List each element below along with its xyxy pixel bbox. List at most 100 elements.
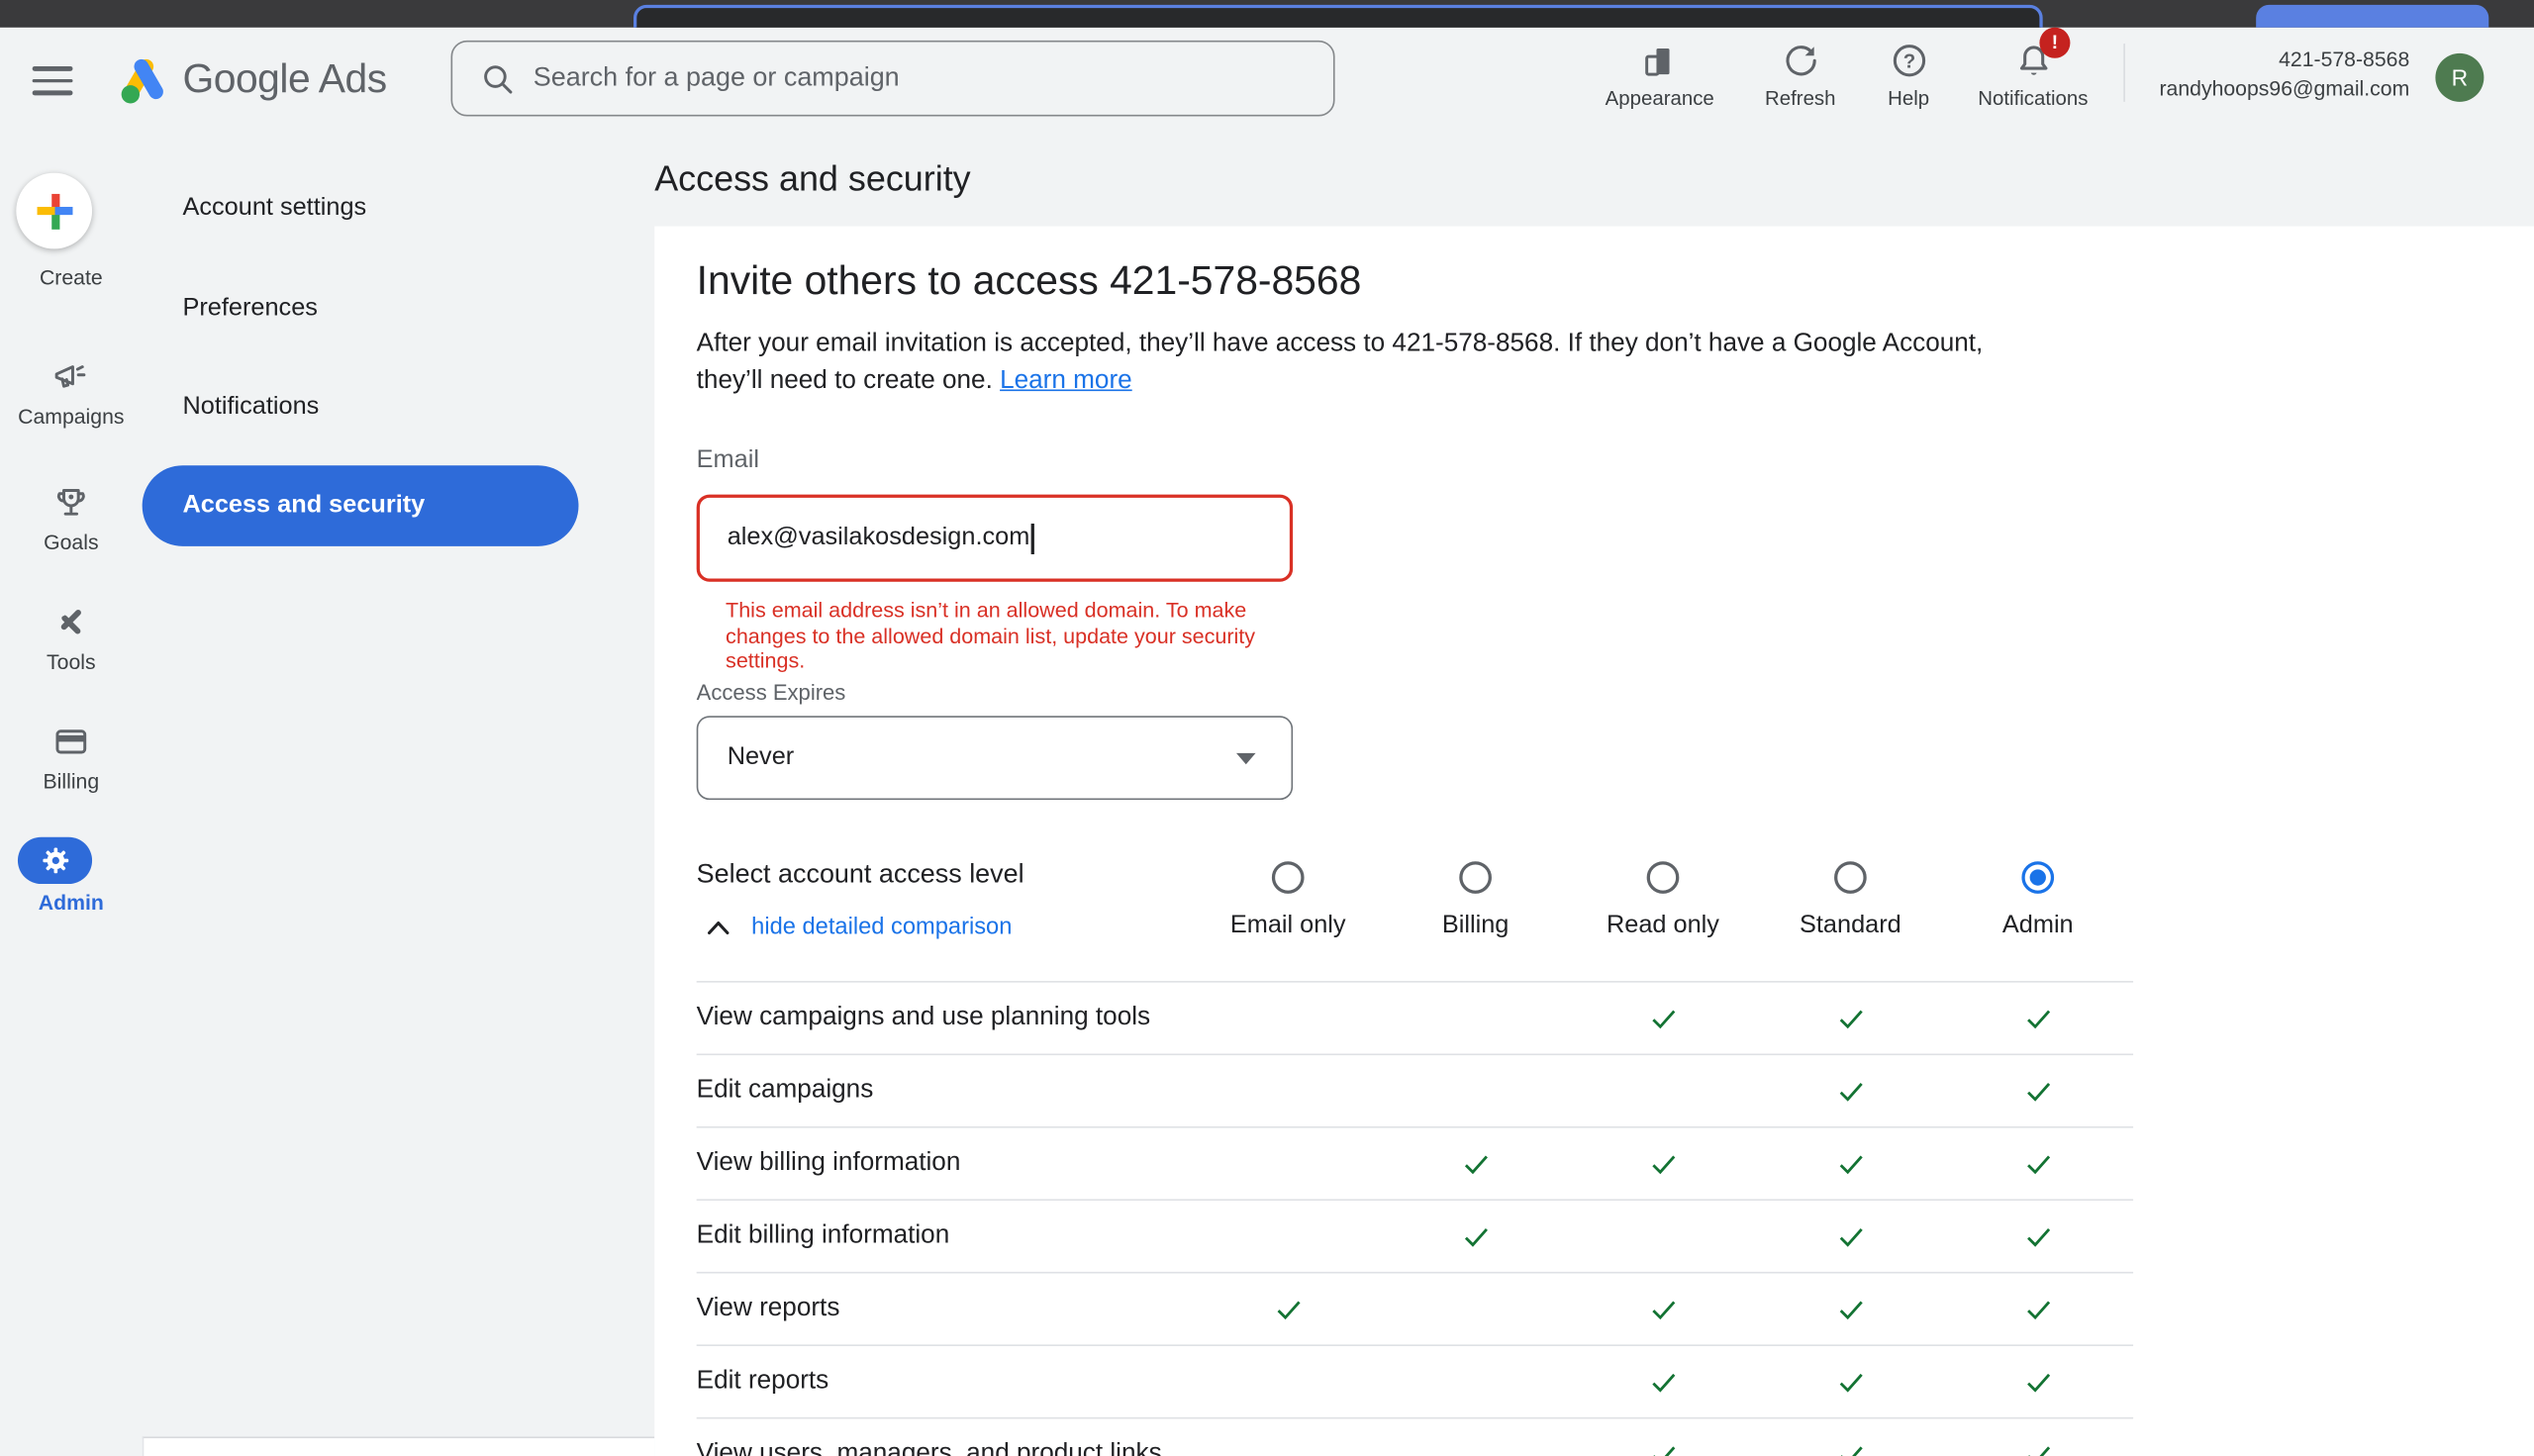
tools-icon — [51, 603, 90, 641]
page-title: Access and security — [654, 158, 970, 200]
permission-granted-cell — [1757, 1371, 1944, 1392]
column-label-cell: Billing — [1382, 910, 1569, 942]
appearance-icon — [1640, 42, 1679, 80]
column-label-billing: Billing — [1442, 912, 1510, 940]
permission-granted-cell — [1757, 1225, 1944, 1246]
subnav-item-preferences[interactable]: Preferences — [182, 294, 317, 323]
radio-standard[interactable] — [1834, 861, 1867, 894]
account-info[interactable]: 421-578-8568 randyhoops96@gmail.com — [2133, 46, 2409, 102]
column-label-read-only: Read only — [1607, 912, 1719, 940]
gear-icon — [40, 845, 70, 876]
sidebar-item-goals[interactable]: Goals — [0, 483, 143, 564]
content-card: Invite others to access 421-578-8568 Aft… — [654, 227, 2534, 1456]
sidebar-item-admin[interactable] — [18, 837, 92, 884]
create-button[interactable] — [16, 173, 92, 249]
check-icon — [1838, 1008, 1862, 1028]
text-cursor — [1031, 523, 1033, 553]
dropdown-arrow-icon — [1236, 753, 1256, 764]
check-icon — [1276, 1299, 1300, 1319]
permission-granted-cell — [1757, 1153, 1944, 1174]
email-field-value: alex@vasilakosdesign.com — [728, 524, 1030, 552]
notification-badge: ! — [2039, 28, 2070, 58]
radio-cell — [1569, 858, 1756, 897]
check-icon — [1838, 1444, 1862, 1456]
permission-granted-cell — [1195, 1299, 1382, 1319]
permission-granted-cell — [1569, 1371, 1756, 1392]
sidebar-item-create-label: Create — [0, 265, 143, 289]
radio-billing[interactable] — [1459, 861, 1492, 894]
subnav-item-account-settings[interactable]: Account settings — [182, 194, 366, 223]
hide-comparison-toggle[interactable]: hide detailed comparison — [706, 915, 1012, 940]
trophy-icon — [51, 483, 90, 522]
subnav-item-notifications[interactable]: Notifications — [182, 393, 319, 422]
notifications-button[interactable]: ! Notifications — [1959, 39, 2107, 110]
table-row: View reports — [697, 1272, 2133, 1344]
refresh-icon — [1780, 41, 1820, 81]
column-label-standard: Standard — [1800, 912, 1901, 940]
permission-label: Edit reports — [697, 1367, 1195, 1396]
radio-read-only[interactable] — [1647, 861, 1680, 894]
table-row: View users, managers, and product links — [697, 1417, 2133, 1456]
invite-heading: Invite others to access 421-578-8568 — [697, 258, 1362, 305]
radio-admin[interactable] — [2021, 861, 2054, 894]
main-menu-icon[interactable] — [33, 66, 73, 95]
access-level-column-labels: Email onlyBillingRead onlyStandardAdmin — [1195, 910, 2132, 942]
email-field[interactable]: alex@vasilakosdesign.com — [697, 495, 1293, 582]
permission-granted-cell — [1569, 1299, 1756, 1319]
table-row: View campaigns and use planning tools — [697, 981, 2133, 1053]
check-icon — [2026, 1153, 2050, 1174]
table-row: Edit campaigns — [697, 1053, 2133, 1125]
radio-cell — [1944, 858, 2131, 897]
permission-label: View billing information — [697, 1149, 1195, 1178]
account-id: 421-578-8568 — [2133, 46, 2409, 74]
subnav-selected-label: Access and security — [182, 491, 425, 520]
permission-granted-cell — [1569, 1444, 1756, 1456]
permission-granted-cell — [1757, 1080, 1944, 1101]
sidebar-item-billing[interactable]: Billing — [0, 723, 143, 804]
access-expires-select[interactable]: Never — [697, 716, 1293, 800]
sidebar-item-campaigns[interactable]: Campaigns — [0, 357, 143, 438]
topbar-divider — [2123, 44, 2125, 102]
browser-tab-strip — [0, 0, 2534, 28]
column-label-cell: Read only — [1569, 910, 1756, 942]
browser-tab[interactable] — [2256, 5, 2488, 28]
permissions-table: View campaigns and use planning tools Edi… — [697, 981, 2133, 1456]
table-row: Edit billing information — [697, 1199, 2133, 1271]
email-error-message: This email address isn’t in an allowed d… — [726, 598, 1255, 673]
check-icon — [2026, 1080, 2050, 1101]
subnav-horizontal-scrollbar[interactable] — [143, 1436, 655, 1456]
permission-granted-cell — [1757, 1008, 1944, 1028]
brand-wordmark: Google Ads — [182, 56, 386, 103]
appearance-button[interactable]: Appearance — [1586, 39, 1734, 110]
subnav-item-access-and-security[interactable]: Access and security — [143, 465, 579, 546]
sidebar-item-tools[interactable]: Tools — [0, 603, 143, 684]
permission-label: View reports — [697, 1295, 1195, 1323]
google-ads-logo-icon — [115, 50, 173, 109]
permission-label: View campaigns and use planning tools — [697, 1004, 1195, 1032]
learn-more-link[interactable]: Learn more — [1000, 366, 1132, 394]
check-icon — [2026, 1371, 2050, 1392]
table-row: Edit reports — [697, 1344, 2133, 1416]
radio-cell — [1757, 858, 1944, 897]
permission-granted-cell — [1382, 1153, 1569, 1174]
check-icon — [2026, 1008, 2050, 1028]
search-icon — [482, 62, 515, 95]
access-level-radio-group — [1195, 858, 2132, 897]
permission-label: View users, managers, and product links — [697, 1440, 1195, 1456]
check-icon — [1651, 1444, 1675, 1456]
permission-granted-cell — [1757, 1444, 1944, 1456]
permission-granted-cell — [1944, 1225, 2131, 1246]
permission-granted-cell — [1382, 1225, 1569, 1246]
check-icon — [1651, 1299, 1675, 1319]
permission-granted-cell — [1569, 1153, 1756, 1174]
search-input[interactable] — [534, 63, 1315, 94]
radio-cell — [1382, 858, 1569, 897]
svg-text:?: ? — [1902, 51, 1914, 73]
permission-granted-cell — [1944, 1080, 2131, 1101]
permission-granted-cell — [1757, 1299, 1944, 1319]
browser-tab-active[interactable] — [634, 5, 2043, 28]
avatar[interactable]: R — [2435, 53, 2484, 102]
check-icon — [1838, 1371, 1862, 1392]
radio-email-only[interactable] — [1272, 861, 1305, 894]
global-search[interactable] — [451, 41, 1335, 117]
